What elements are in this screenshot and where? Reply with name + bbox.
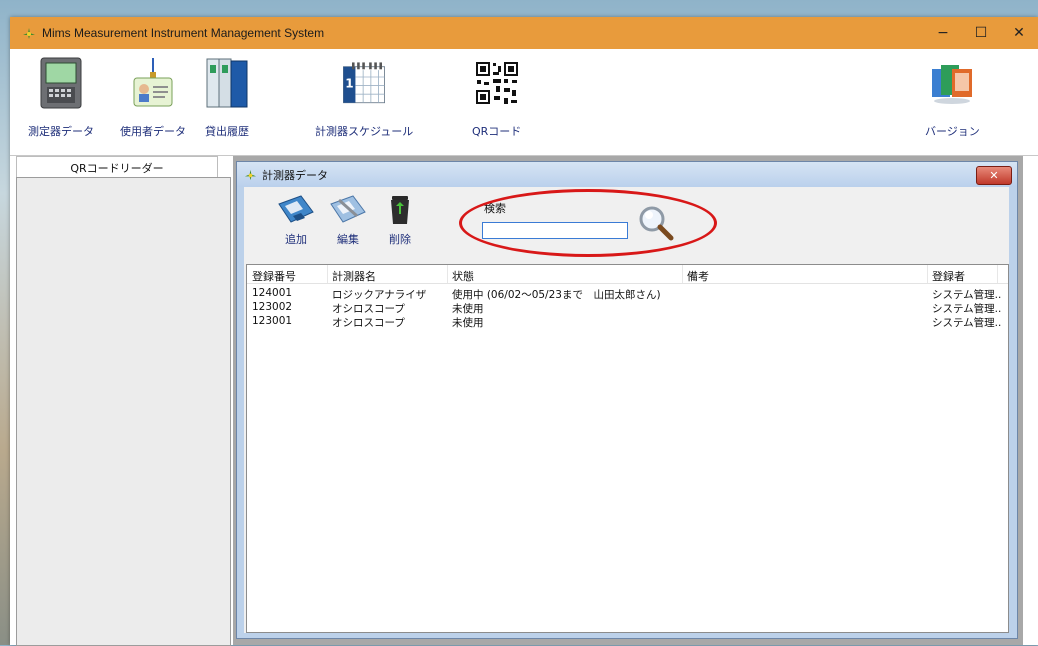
delete-button[interactable]: 削除 (376, 193, 424, 247)
instrument-data-window: 計測器データ ✕ 追加 編集 削除 検索 登録番号 計測器名 状態 備考 登録者… (236, 161, 1018, 639)
edit-label: 編集 (337, 233, 359, 246)
app-window: Mims Measurement Instrument Management S… (10, 17, 1038, 646)
search-label: 検索 (484, 202, 506, 215)
list-header: 登録番号 計測器名 状態 備考 登録者 (247, 265, 1008, 284)
cell-status: 未使用 (452, 317, 484, 329)
mdi-area: 計測器データ ✕ 追加 編集 削除 検索 登録番号 計測器名 状態 備考 登録者… (233, 156, 1023, 645)
toolbar-user-data-button[interactable]: 使用者データ (120, 55, 186, 139)
child-title-bar[interactable]: 計測器データ ✕ (237, 162, 1017, 187)
toolbar-schedule-button[interactable]: 1 計測器スケジュール (315, 55, 413, 139)
maximize-button[interactable]: ☐ (962, 17, 1000, 49)
toolbar-label: 貸出履歴 (205, 125, 249, 138)
title-bar[interactable]: Mims Measurement Instrument Management S… (10, 17, 1038, 49)
minimize-button[interactable]: − (924, 17, 962, 49)
binders-icon (206, 58, 248, 108)
add-button[interactable]: 追加 (272, 193, 320, 247)
instrument-list[interactable]: 登録番号 計測器名 状態 備考 登録者 124001 ロジックアナライザ 使用中… (246, 264, 1009, 633)
app-icon (23, 28, 35, 39)
table-row[interactable]: 124001 ロジックアナライザ 使用中 (06/02～05/23まで 山田太郎… (247, 287, 1008, 301)
qr-code-icon (473, 60, 520, 106)
edit-disk-icon (330, 195, 366, 223)
toolbar-loan-history-button[interactable]: 貸出履歴 (203, 55, 251, 139)
delete-label: 削除 (389, 233, 411, 246)
cell-name: オシロスコープ (332, 303, 405, 315)
cell-status: 未使用 (452, 303, 484, 315)
trash-can-icon (391, 196, 409, 224)
svg-text:1: 1 (345, 76, 353, 90)
toolbar-measurement-data-button[interactable]: 測定器データ (28, 55, 94, 139)
column-header[interactable]: 備考 (687, 268, 709, 284)
cell-id: 124001 (252, 287, 293, 299)
search-button[interactable] (636, 203, 676, 243)
table-row[interactable]: 123001 オシロスコープ 未使用 システム管理.. (247, 315, 1008, 329)
toolbar-label: バージョン (925, 125, 980, 138)
app-icon (244, 169, 257, 181)
magnifier-icon (639, 206, 674, 241)
column-header[interactable]: 登録者 (932, 268, 965, 284)
toolbar-label: 使用者データ (120, 125, 186, 138)
main-toolbar: 測定器データ 使用者データ 貸出履歴 1 計測器スケジュール QRコード バージ… (10, 49, 1038, 156)
cell-registrant: システム管理.. (932, 303, 1002, 315)
toolbar-label: 測定器データ (28, 125, 94, 138)
cell-name: ロジックアナライザ (332, 289, 427, 301)
cell-id: 123002 (252, 301, 293, 313)
id-card-icon (133, 58, 173, 107)
cell-registrant: システム管理.. (932, 289, 1002, 301)
child-close-button[interactable]: ✕ (976, 166, 1012, 185)
edit-button[interactable]: 編集 (324, 193, 372, 247)
office-apps-icon (932, 65, 973, 104)
cell-name: オシロスコープ (332, 317, 405, 329)
tab-qr-reader[interactable]: QRコードリーダー (16, 156, 218, 178)
close-button[interactable]: ✕ (1000, 17, 1038, 49)
floppy-disk-icon (278, 195, 314, 223)
calendar-icon: 1 (343, 62, 386, 104)
toolbar-version-button[interactable]: バージョン (925, 55, 980, 139)
table-row[interactable]: 123002 オシロスコープ 未使用 システム管理.. (247, 301, 1008, 315)
column-header[interactable]: 状態 (452, 268, 474, 284)
child-body: 追加 編集 削除 検索 登録番号 計測器名 状態 備考 登録者 124001 ロ… (244, 187, 1009, 633)
cell-registrant: システム管理.. (932, 317, 1002, 329)
cell-id: 123001 (252, 315, 293, 327)
column-header[interactable]: 登録番号 (252, 268, 296, 284)
window-title: Mims Measurement Instrument Management S… (42, 26, 325, 40)
search-input[interactable] (482, 222, 628, 239)
child-window-title: 計測器データ (262, 168, 328, 182)
toolbar-label: QRコード (472, 125, 522, 138)
column-header[interactable]: 計測器名 (332, 268, 376, 284)
add-label: 追加 (285, 233, 307, 246)
toolbar-label: 計測器スケジュール (315, 125, 414, 138)
cell-status: 使用中 (06/02～05/23まで 山田太郎さん) (452, 289, 661, 301)
measurement-device-icon (40, 57, 82, 109)
qr-reader-body (16, 177, 231, 646)
toolbar-qr-code-button[interactable]: QRコード (472, 55, 521, 139)
qr-reader-panel: QRコードリーダー (16, 156, 233, 646)
